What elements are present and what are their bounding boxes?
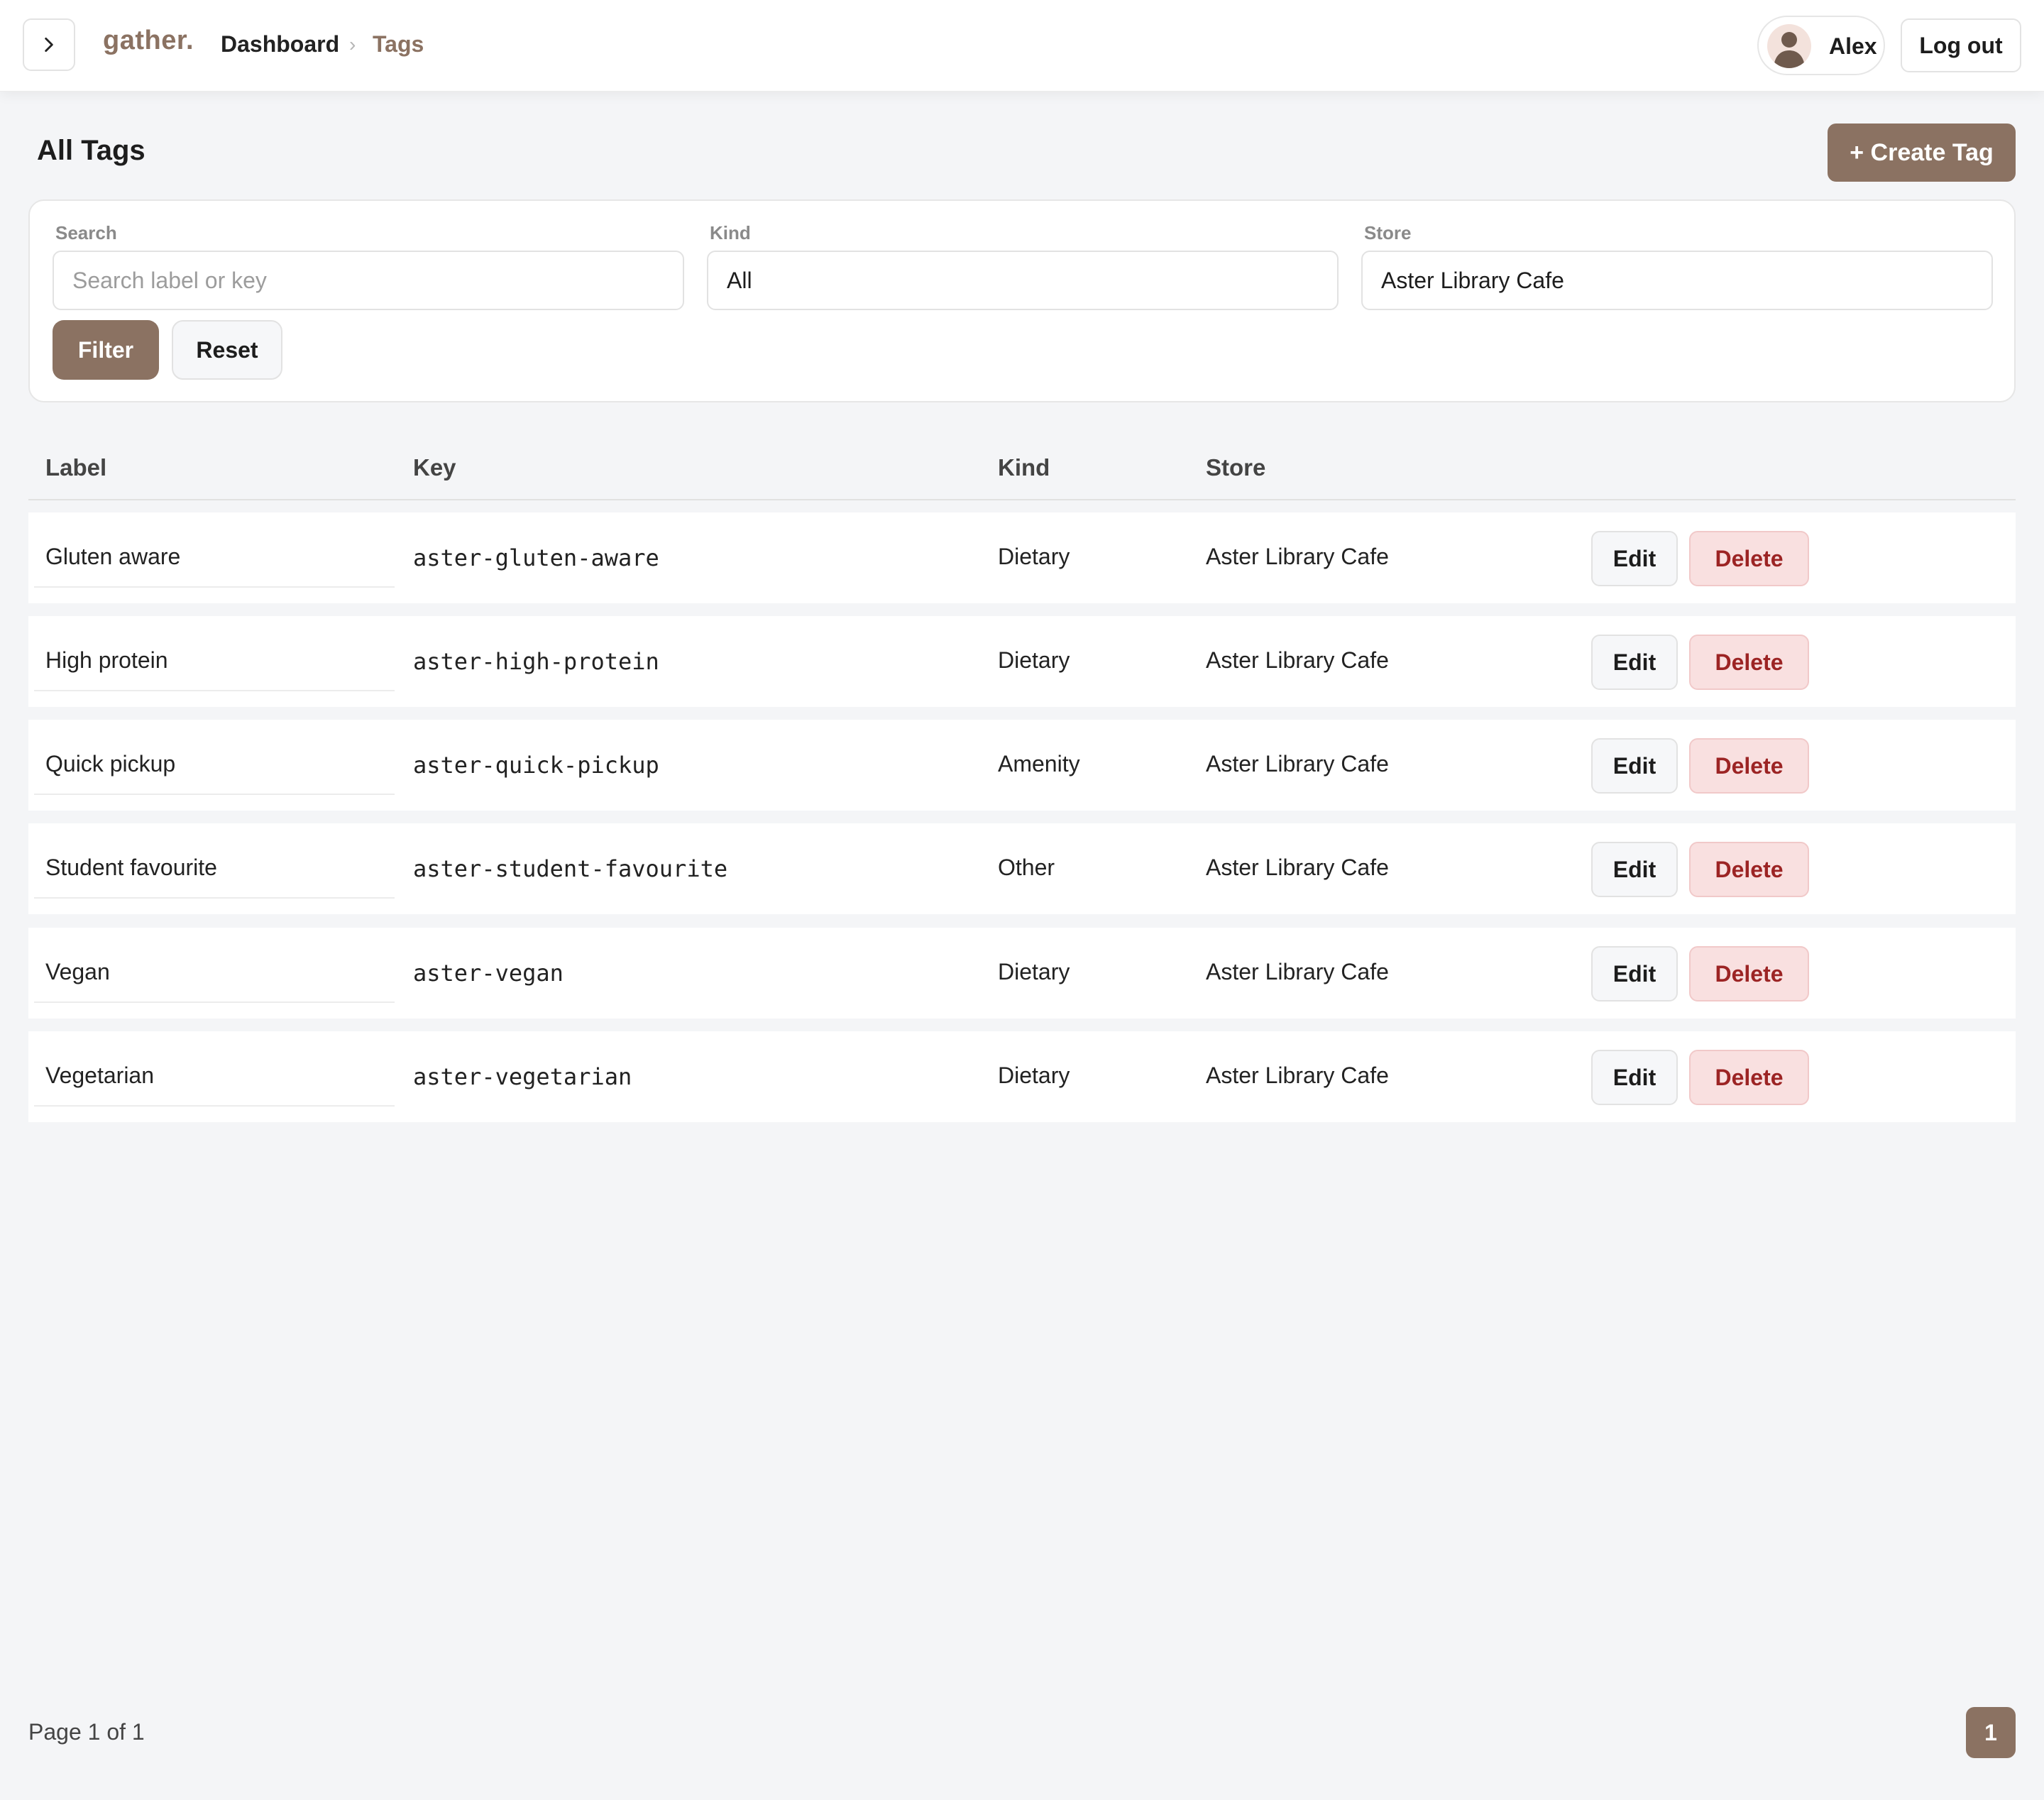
delete-button[interactable]: Delete <box>1689 738 1809 794</box>
row-divider <box>34 1105 395 1107</box>
table-row: Vegan aster-vegan Dietary Aster Library Caf… <box>28 928 2016 1019</box>
table-header-divider <box>28 499 2016 500</box>
table-row: Gluten aware aster-gluten-aware Dietary Ast… <box>28 512 2016 603</box>
edit-button[interactable]: Edit <box>1591 1050 1678 1105</box>
tag-key: aster-quick-pickup <box>413 752 659 779</box>
page-title: All Tags <box>37 135 145 166</box>
tag-key: aster-high-protein <box>413 648 659 675</box>
table-row: High protein aster-high-protein Dietary Ast… <box>28 616 2016 707</box>
column-header-kind: Kind <box>998 454 1050 481</box>
edit-button[interactable]: Edit <box>1591 946 1678 1001</box>
row-divider <box>34 794 395 795</box>
edit-button[interactable]: Edit <box>1591 738 1678 794</box>
tag-store: Aster Library Cafe <box>1206 1063 1389 1088</box>
table-row: Vegetarian aster-vegetarian Dietary Aster L… <box>28 1031 2016 1122</box>
store-label: Store <box>1364 222 1412 243</box>
tag-kind: Dietary <box>998 959 1070 984</box>
user-name: Alex <box>1829 33 1877 59</box>
tag-kind: Other <box>998 855 1055 880</box>
tag-label: Student favourite <box>45 855 217 880</box>
tag-kind: Dietary <box>998 647 1070 673</box>
tag-kind: Dietary <box>998 544 1070 569</box>
search-input[interactable]: Search label or key <box>53 251 684 310</box>
tag-label: Vegetarian <box>45 1063 155 1088</box>
tag-key: aster-vegan <box>413 960 564 987</box>
delete-button[interactable]: Delete <box>1689 842 1809 897</box>
breadcrumb-separator: › <box>349 33 356 55</box>
column-header-store: Store <box>1206 454 1266 481</box>
edit-button[interactable]: Edit <box>1591 635 1678 690</box>
store-select[interactable]: Aster Library Cafe <box>1361 251 1993 310</box>
delete-button[interactable]: Delete <box>1689 531 1809 586</box>
delete-button[interactable]: Delete <box>1689 635 1809 690</box>
table-row: Quick pickup aster-quick-pickup Amenity Ast… <box>28 720 2016 811</box>
search-label: Search <box>55 222 117 243</box>
page-1-button[interactable]: 1 <box>1966 1707 2016 1758</box>
tag-key: aster-vegetarian <box>413 1063 632 1090</box>
tag-store: Aster Library Cafe <box>1206 959 1389 984</box>
table-row: Student favourite aster-student-favourite… <box>28 823 2016 914</box>
filter-panel: Search Search label or key Kind All Stor… <box>28 199 2016 402</box>
delete-button[interactable]: Delete <box>1689 1050 1809 1105</box>
tag-key: aster-student-favourite <box>413 855 728 882</box>
delete-button[interactable]: Delete <box>1689 946 1809 1001</box>
user-menu[interactable]: Alex <box>1757 16 1885 75</box>
tag-label: Gluten aware <box>45 544 181 569</box>
column-header-key: Key <box>413 454 456 481</box>
tag-label: Vegan <box>45 959 110 984</box>
tag-key: aster-gluten-aware <box>413 544 659 571</box>
user-avatar-icon <box>1767 24 1811 68</box>
reset-button[interactable]: Reset <box>172 320 282 380</box>
edit-button[interactable]: Edit <box>1591 842 1678 897</box>
row-divider <box>34 1001 395 1003</box>
tag-label: High protein <box>45 647 168 673</box>
tag-store: Aster Library Cafe <box>1206 544 1389 569</box>
row-divider <box>34 586 395 588</box>
top-navbar: gather. Dashboard › Tags Alex Log out <box>0 0 2044 92</box>
logo[interactable]: gather. <box>103 26 194 56</box>
kind-select[interactable]: All <box>707 251 1339 310</box>
tag-kind: Dietary <box>998 1063 1070 1088</box>
filter-button[interactable]: Filter <box>53 320 159 380</box>
sidebar-toggle-button[interactable] <box>23 18 75 71</box>
tag-store: Aster Library Cafe <box>1206 855 1389 880</box>
tag-store: Aster Library Cafe <box>1206 647 1389 673</box>
pagination-info: Page 1 of 1 <box>28 1719 145 1745</box>
breadcrumb-dashboard[interactable]: Dashboard <box>221 31 339 57</box>
row-divider <box>34 897 395 899</box>
tag-kind: Amenity <box>998 751 1080 776</box>
create-tag-button[interactable]: + Create Tag <box>1828 124 2016 182</box>
row-divider <box>34 690 395 691</box>
tag-label: Quick pickup <box>45 751 176 776</box>
edit-button[interactable]: Edit <box>1591 531 1678 586</box>
kind-label: Kind <box>710 222 751 243</box>
chevron-right-icon <box>45 37 53 53</box>
breadcrumb-current: Tags <box>373 31 424 57</box>
tag-store: Aster Library Cafe <box>1206 751 1389 776</box>
column-header-label: Label <box>45 454 107 481</box>
logout-button[interactable]: Log out <box>1901 18 2021 72</box>
